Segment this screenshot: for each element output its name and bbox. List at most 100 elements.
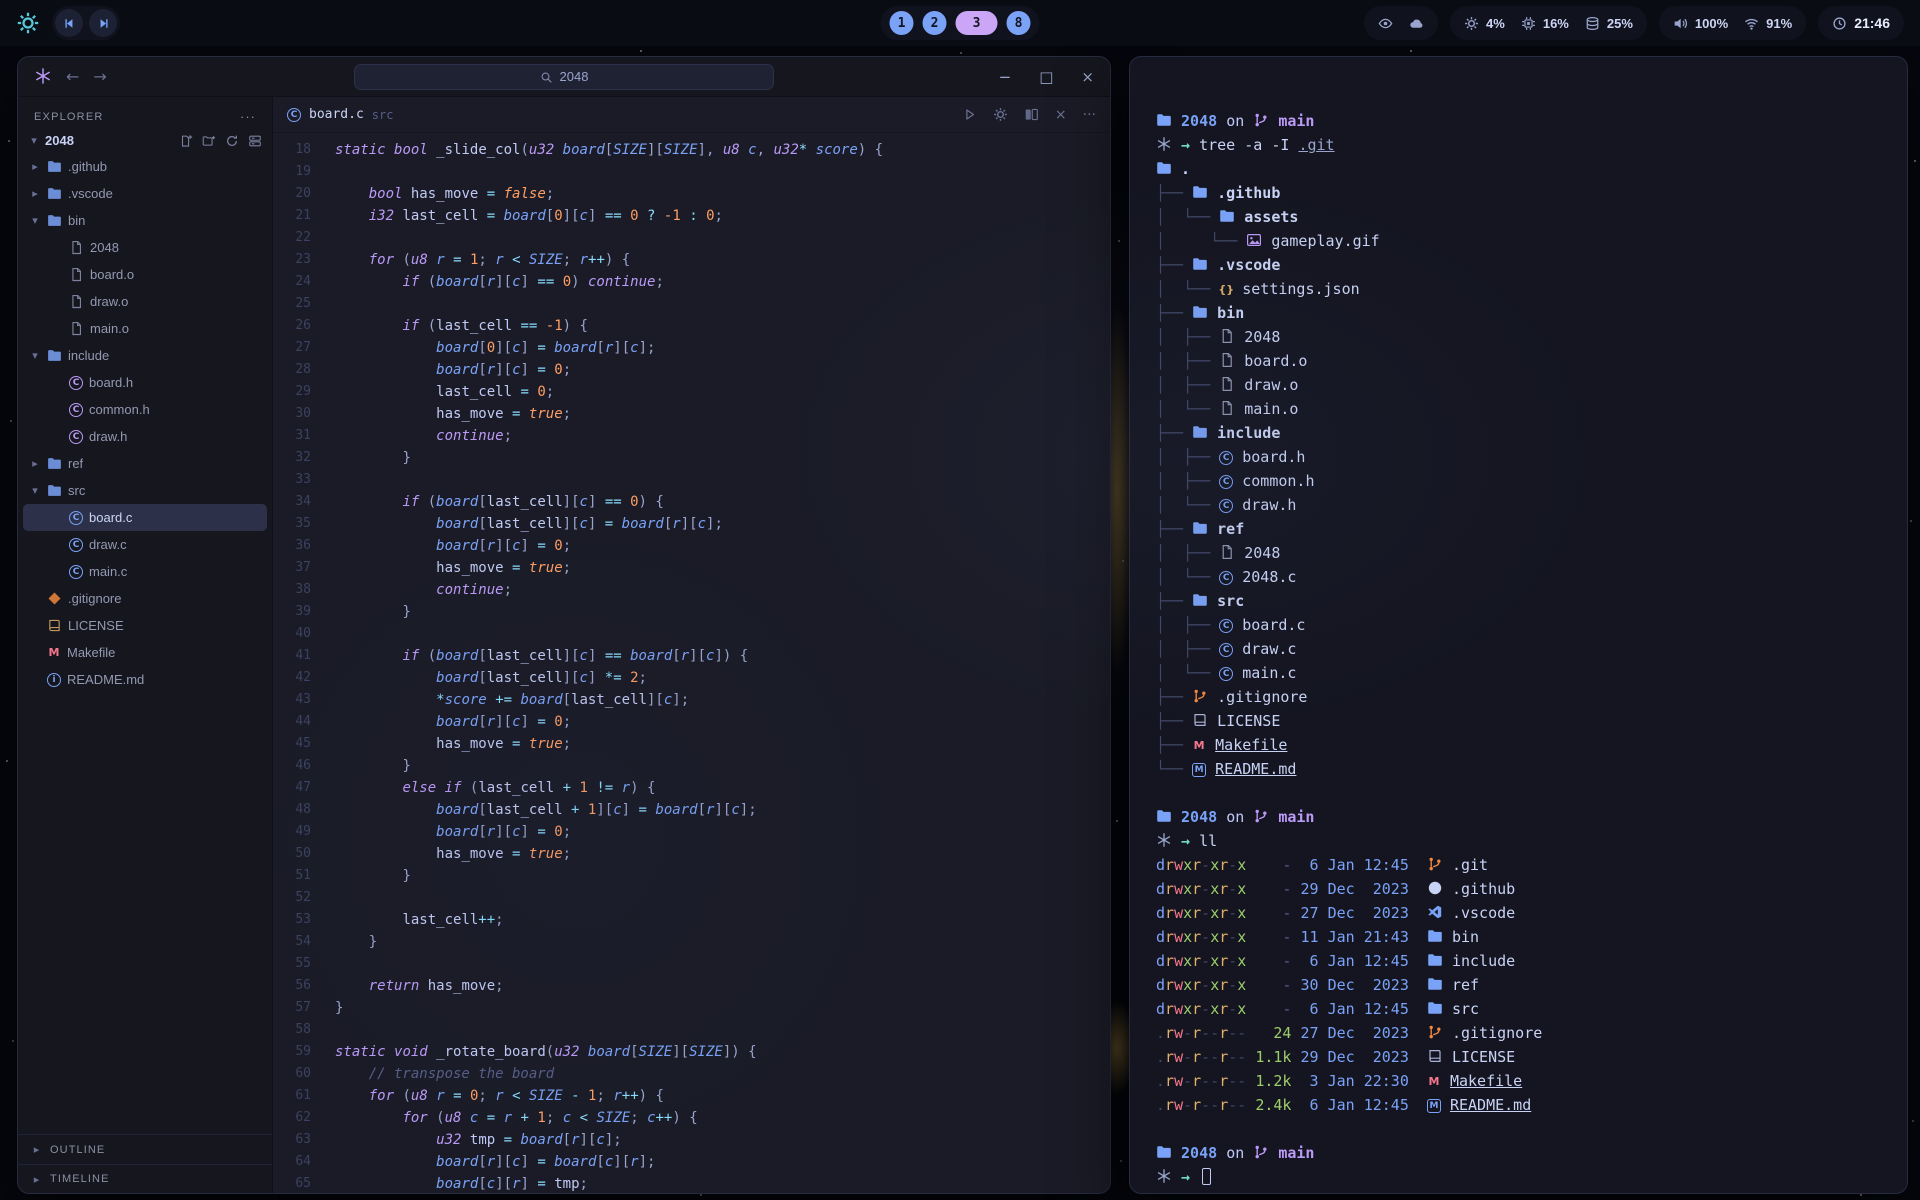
search-input[interactable]: 2048	[560, 69, 589, 84]
code-line[interactable]: 46 }	[273, 755, 1110, 777]
explorer-item[interactable]: ▸.vscode	[23, 180, 267, 207]
nav-back-button[interactable]: ←	[66, 67, 79, 86]
workspace-1[interactable]: 1	[890, 11, 914, 35]
explorer-item[interactable]: ▾include	[23, 342, 267, 369]
terminal-content[interactable]: 2048 on main → tree -a -I .git .├── .git…	[1130, 57, 1907, 1194]
nav-forward-button[interactable]: →	[93, 67, 106, 86]
new-folder-button[interactable]	[202, 134, 216, 148]
media-prev-button[interactable]	[55, 9, 83, 37]
code-line[interactable]: 61 for (u8 r = 0; r < SIZE - 1; r++) {	[273, 1085, 1110, 1107]
explorer-item[interactable]: Cboard.h	[23, 369, 267, 396]
close-editor-button[interactable]: ×	[1055, 107, 1067, 123]
split-editor-button[interactable]	[1024, 107, 1039, 122]
code-line[interactable]: 24 if (board[r][c] == 0) continue;	[273, 271, 1110, 293]
explorer-item[interactable]: Cboard.c	[23, 504, 267, 531]
code-line[interactable]: 42 board[last_cell][c] *= 2;	[273, 667, 1110, 689]
code-line[interactable]: 35 board[last_cell][c] = board[r][c];	[273, 513, 1110, 535]
terminal-window[interactable]: 2048 on main → tree -a -I .git .├── .git…	[1129, 56, 1908, 1194]
code-line[interactable]: 39 }	[273, 601, 1110, 623]
code-line[interactable]: 34 if (board[last_cell][c] == 0) {	[273, 491, 1110, 513]
new-file-button[interactable]	[179, 134, 193, 148]
code-line[interactable]: 37 has_move = true;	[273, 557, 1110, 579]
workspace-2[interactable]: 2	[923, 11, 947, 35]
code-line[interactable]: 63 u32 tmp = board[r][c];	[273, 1129, 1110, 1151]
explorer-item[interactable]: Cmain.c	[23, 558, 267, 585]
code-line[interactable]: 52	[273, 887, 1110, 909]
workspace-3[interactable]: 3	[956, 11, 998, 35]
code-line[interactable]: 64 board[r][c] = board[c][r];	[273, 1151, 1110, 1173]
code-line[interactable]: 55	[273, 953, 1110, 975]
code-line[interactable]: 47 else if (last_cell + 1 != r) {	[273, 777, 1110, 799]
explorer-item[interactable]: draw.o	[23, 288, 267, 315]
code-line[interactable]: 62 for (u8 c = r + 1; c < SIZE; c++) {	[273, 1107, 1110, 1129]
code-line[interactable]: 53 last_cell++;	[273, 909, 1110, 931]
code-line[interactable]: 23 for (u8 r = 1; r < SIZE; r++) {	[273, 249, 1110, 271]
code-line[interactable]: 25	[273, 293, 1110, 315]
code-line[interactable]: 58	[273, 1019, 1110, 1041]
code-line[interactable]: 21 i32 last_cell = board[0][c] == 0 ? -1…	[273, 205, 1110, 227]
workspace-8[interactable]: 8	[1007, 11, 1031, 35]
code-line[interactable]: 31 continue;	[273, 425, 1110, 447]
explorer-root-folder[interactable]: ▾ 2048	[18, 130, 272, 151]
code-line[interactable]: 28 board[r][c] = 0;	[273, 359, 1110, 381]
explorer-item[interactable]: ▸.github	[23, 153, 267, 180]
explorer-item[interactable]: 2048	[23, 234, 267, 261]
levels-widget[interactable]: 100%91%	[1659, 6, 1806, 40]
code-line[interactable]: 57}	[273, 997, 1110, 1019]
code-line[interactable]: 20 bool has_move = false;	[273, 183, 1110, 205]
media-next-button[interactable]	[89, 9, 117, 37]
explorer-item[interactable]: .gitignore	[23, 585, 267, 612]
code-line[interactable]: 36 board[r][c] = 0;	[273, 535, 1110, 557]
editor-more-button[interactable]: ···	[1083, 107, 1096, 123]
panel-outline[interactable]: ▸OUTLINE	[18, 1135, 272, 1164]
search-box[interactable]: 2048	[354, 64, 774, 90]
code-line[interactable]: 26 if (last_cell == -1) {	[273, 315, 1110, 337]
explorer-item[interactable]: iREADME.md	[23, 666, 267, 693]
code-line[interactable]: 65 board[c][r] = tmp;	[273, 1173, 1110, 1193]
code-line[interactable]: 44 board[r][c] = 0;	[273, 711, 1110, 733]
tab-board-c[interactable]: C board.c src	[287, 107, 393, 122]
code-line[interactable]: 40	[273, 623, 1110, 645]
collapse-folders-button[interactable]	[248, 134, 262, 148]
explorer-item[interactable]: Ccommon.h	[23, 396, 267, 423]
explorer-item[interactable]: ▸ref	[23, 450, 267, 477]
minimize-button[interactable]: −	[999, 68, 1012, 86]
code-line[interactable]: 18static bool _slide_col(u32 board[SIZE]…	[273, 139, 1110, 161]
explorer-item[interactable]: board.o	[23, 261, 267, 288]
code-line[interactable]: 51 }	[273, 865, 1110, 887]
code-line[interactable]: 30 has_move = true;	[273, 403, 1110, 425]
code-editor[interactable]: 18static bool _slide_col(u32 board[SIZE]…	[273, 133, 1110, 1193]
code-line[interactable]: 43 *score += board[last_cell][c];	[273, 689, 1110, 711]
maximize-button[interactable]: □	[1039, 68, 1053, 86]
code-line[interactable]: 60 // transpose the board	[273, 1063, 1110, 1085]
close-button[interactable]: ×	[1081, 68, 1094, 86]
code-line[interactable]: 38 continue;	[273, 579, 1110, 601]
code-line[interactable]: 22	[273, 227, 1110, 249]
code-line[interactable]: 48 board[last_cell + 1][c] = board[r][c]…	[273, 799, 1110, 821]
code-line[interactable]: 32 }	[273, 447, 1110, 469]
code-line[interactable]: 54 }	[273, 931, 1110, 953]
code-line[interactable]: 41 if (board[last_cell][c] == board[r][c…	[273, 645, 1110, 667]
run-button[interactable]	[962, 107, 977, 122]
code-line[interactable]: 50 has_move = true;	[273, 843, 1110, 865]
code-line[interactable]: 49 board[r][c] = 0;	[273, 821, 1110, 843]
explorer-more-button[interactable]: ···	[240, 109, 256, 124]
explorer-item[interactable]: Cdraw.c	[23, 531, 267, 558]
system-logo-icon[interactable]	[16, 11, 40, 35]
panel-timeline[interactable]: ▸TIMELINE	[18, 1164, 272, 1193]
explorer-item[interactable]: LICENSE	[23, 612, 267, 639]
code-line[interactable]: 45 has_move = true;	[273, 733, 1110, 755]
explorer-item[interactable]: Cdraw.h	[23, 423, 267, 450]
code-line[interactable]: 56 return has_move;	[273, 975, 1110, 997]
explorer-item[interactable]: ▾src	[23, 477, 267, 504]
code-line[interactable]: 29 last_cell = 0;	[273, 381, 1110, 403]
explorer-item[interactable]: ▾bin	[23, 207, 267, 234]
refresh-explorer-button[interactable]	[225, 134, 239, 148]
code-line[interactable]: 33	[273, 469, 1110, 491]
explorer-item[interactable]: main.o	[23, 315, 267, 342]
code-line[interactable]: 19	[273, 161, 1110, 183]
code-line[interactable]: 59static void _rotate_board(u32 board[SI…	[273, 1041, 1110, 1063]
editor-settings-button[interactable]	[993, 107, 1008, 122]
code-line[interactable]: 27 board[0][c] = board[r][c];	[273, 337, 1110, 359]
explorer-item[interactable]: MMakefile	[23, 639, 267, 666]
